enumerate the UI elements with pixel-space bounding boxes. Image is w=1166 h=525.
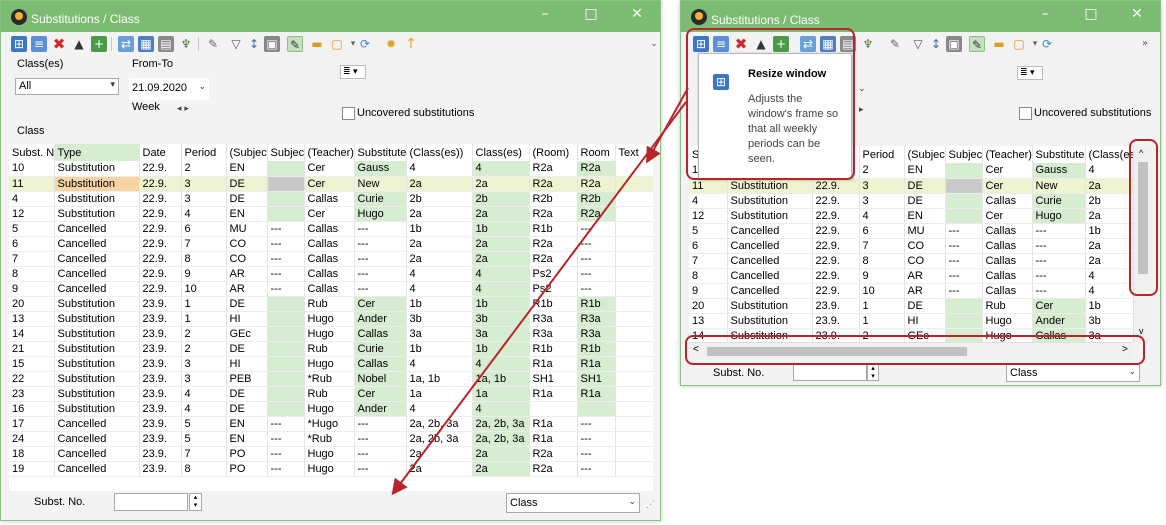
arrow-to-right-edge [646, 87, 689, 164]
arrow-to-bottom-edge [391, 101, 687, 496]
annotation-arrows [391, 87, 689, 496]
